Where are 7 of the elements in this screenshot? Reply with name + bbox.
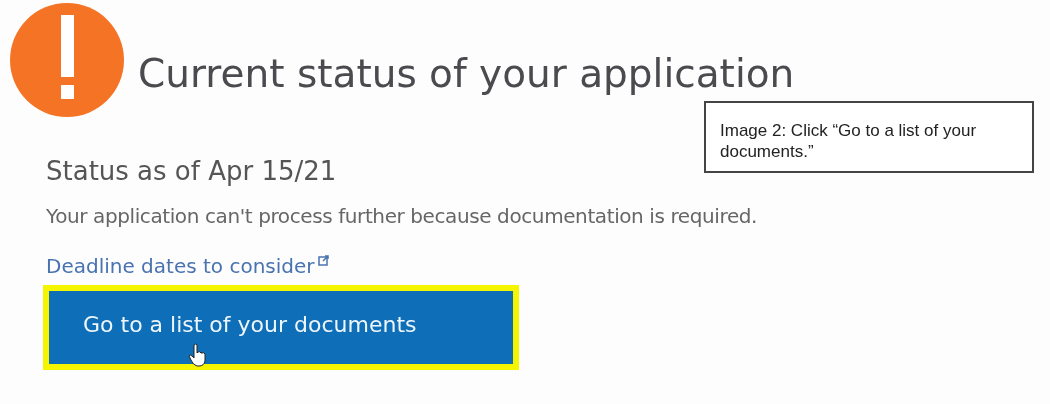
status-heading: Status as of Apr 15/21 — [46, 156, 338, 186]
hand-cursor-icon — [188, 343, 208, 367]
status-message: Your application can't process further because documentation is required. — [46, 204, 759, 228]
documents-button[interactable]: Go to a list of your documents — [46, 288, 516, 367]
image-caption: Image 2: Click “Go to a list of your documents.” — [704, 101, 1034, 173]
deadline-link[interactable]: Deadline dates to consider — [46, 254, 315, 278]
page-title: Current status of your application — [138, 50, 795, 96]
